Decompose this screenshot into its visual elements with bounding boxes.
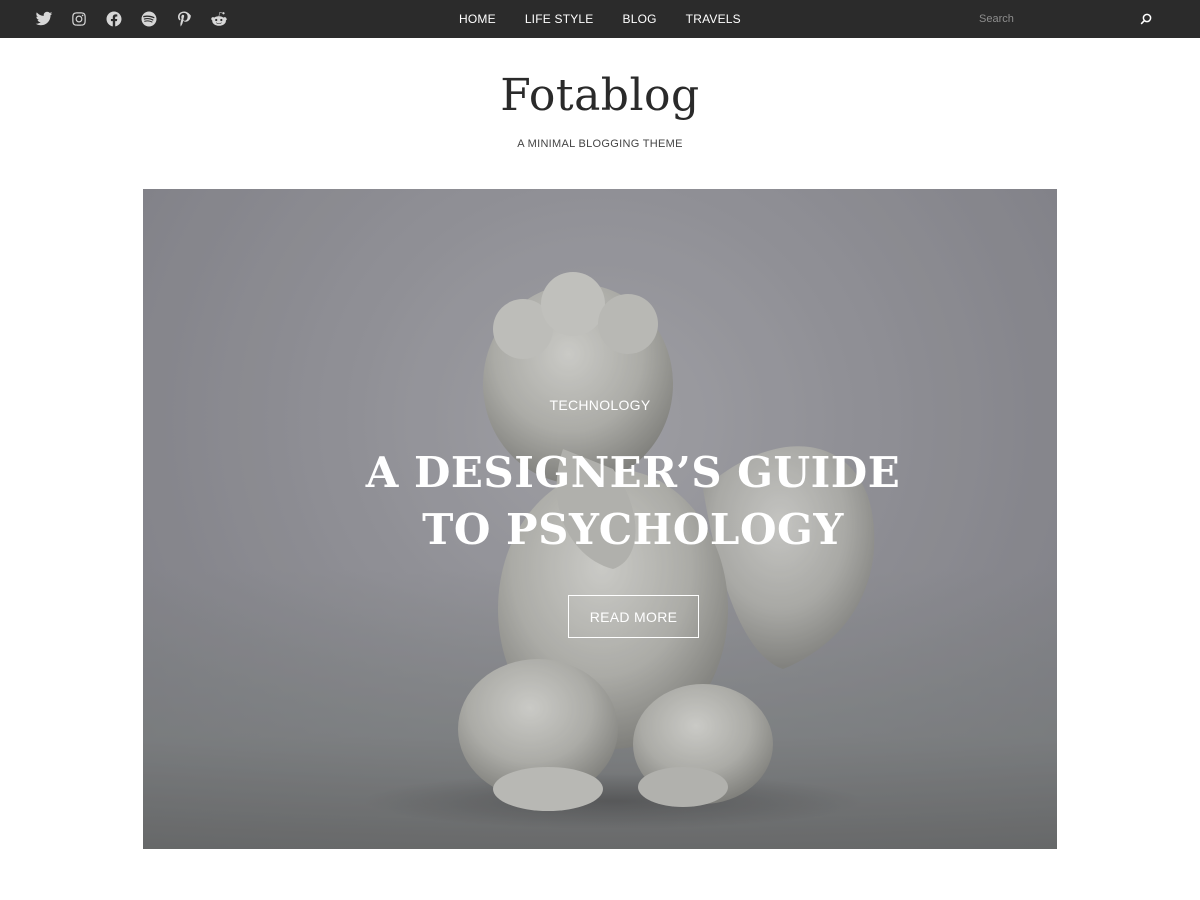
post-category[interactable]: TECHNOLOGY	[143, 397, 1057, 413]
search-icon[interactable]	[1137, 10, 1155, 28]
nav-item-blog[interactable]: BLOG	[623, 12, 657, 26]
pinterest-icon[interactable]	[174, 9, 194, 29]
post-title[interactable]: A DESIGNER’S GUIDE TO PSYCHOLOGY	[333, 444, 933, 558]
nav-item-life-style[interactable]: LIFE STYLE	[525, 12, 594, 26]
social-links	[34, 9, 229, 29]
twitter-icon[interactable]	[34, 9, 54, 29]
top-bar: HOME LIFE STYLE BLOG TRAVELS	[0, 0, 1200, 38]
reddit-icon[interactable]	[209, 9, 229, 29]
search-box	[972, 8, 1162, 30]
site-title[interactable]: Fotablog	[0, 70, 1200, 121]
facebook-icon[interactable]	[104, 9, 124, 29]
site-tagline: A MINIMAL BLOGGING THEME	[517, 138, 683, 150]
instagram-icon[interactable]	[69, 9, 89, 29]
nav-item-travels[interactable]: TRAVELS	[686, 12, 741, 26]
search-input[interactable]	[972, 8, 1132, 30]
spotify-icon[interactable]	[139, 9, 159, 29]
nav-item-home[interactable]: HOME	[459, 12, 496, 26]
read-more-button[interactable]: READ MORE	[568, 595, 699, 638]
featured-post: TECHNOLOGY A DESIGNER’S GUIDE TO PSYCHOL…	[143, 189, 1057, 849]
main-nav: HOME LIFE STYLE BLOG TRAVELS	[459, 0, 741, 38]
